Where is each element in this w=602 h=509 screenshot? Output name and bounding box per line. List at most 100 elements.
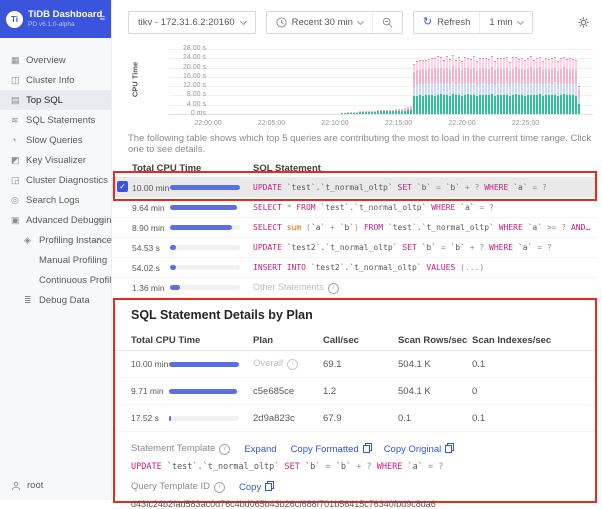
top-sql-table-header: Total CPU Time SQL Statement — [112, 160, 598, 178]
query-template-id-value: d43fc24b2fad583ac0d76c4bd065b43b26cf688f… — [131, 499, 595, 509]
chevron-down-icon — [240, 17, 247, 24]
instance-selector[interactable]: tikv - 172.31.6.2:20160 — [128, 11, 256, 34]
sql-token: = — [326, 462, 336, 472]
sidebar-item-slow-queries[interactable]: ◔Slow Queries — [0, 130, 111, 150]
sql-token: = — [537, 243, 547, 252]
sidebar-collapse-icon[interactable]: ≡ — [100, 13, 105, 23]
sidebar-item-cluster-info[interactable]: ◫Cluster Info — [0, 70, 111, 90]
zoom-out-time-button[interactable] — [372, 12, 402, 33]
copy-icon — [363, 445, 370, 453]
y-axis-tick-label: 0 ms — [166, 110, 206, 117]
sidebar-item-label: Profiling Instances — [39, 235, 117, 246]
sql-statement-cell: SELECT * FROM `test`.`t_normal_oltp` WHE… — [253, 203, 598, 212]
plan-row[interactable]: 10.00 minOverall69.1504.1 K0.1 — [115, 351, 595, 378]
sql-token: * — [287, 203, 297, 212]
sidebar-item-label: Top SQL — [26, 95, 63, 106]
sql-token: `a` — [518, 243, 537, 252]
gridline — [169, 114, 593, 115]
call-sec-cell: 67.9 — [323, 413, 398, 424]
plan-value: Overall — [253, 358, 283, 369]
copy-digest-link[interactable]: Copy — [239, 482, 272, 493]
sql-token: `b` — [450, 243, 469, 252]
cpu-bar-fill — [170, 185, 240, 190]
top-sql-row[interactable]: 54.02 sINSERT INTO `test2`.`t_normal_olt… — [112, 258, 598, 278]
sql-token: `test2`.`t_normal_oltp` — [311, 263, 427, 272]
sidebar-item-advanced-debugging[interactable]: ▣Advanced Debugging — [0, 210, 111, 230]
top-sql-row[interactable]: 9.64 minSELECT * FROM `test`.`t_normal_o… — [112, 198, 598, 218]
info-icon[interactable] — [287, 359, 298, 370]
sidebar-item-debug-data[interactable]: ≣Debug Data — [0, 290, 111, 310]
sidebar-item-key-visualizer[interactable]: ◩Key Visualizer — [0, 150, 111, 170]
cpu-bar-fill — [170, 245, 176, 250]
total-cpu-time-cell: 17.52 s — [131, 413, 253, 423]
plan-cell: 2d9a823c — [253, 413, 323, 424]
sql-token: WHERE — [484, 183, 513, 192]
cpu-time-value: 10.00 min — [132, 183, 170, 193]
sql-token: UPDATE — [253, 243, 287, 252]
refresh-interval-selector[interactable]: 1 min — [479, 12, 531, 33]
sql-token: UPDATE — [253, 183, 287, 192]
info-icon[interactable] — [219, 444, 230, 455]
sidebar-item-overview[interactable]: ▦Overview — [0, 50, 111, 70]
plan-row[interactable]: 17.52 s2d9a823c67.90.10.1 — [115, 405, 595, 432]
sidebar-item-label: Manual Profiling — [39, 255, 107, 266]
user-menu[interactable]: root — [11, 480, 43, 491]
sidebar-item-search-logs[interactable]: ◎Search Logs — [0, 190, 111, 210]
sidebar-header: Ti TiDB Dashboard PD v6.1.0-alpha ≡ — [0, 0, 111, 38]
chart-y-axis-label: CPU Time — [131, 52, 140, 108]
sql-token: ? — [547, 243, 552, 252]
sql-token: = — [479, 203, 489, 212]
time-range-selector[interactable]: Recent 30 min — [267, 12, 372, 33]
sidebar-item-top-sql[interactable]: ▤Top SQL — [0, 90, 111, 110]
top-sql-icon: ▤ — [11, 95, 26, 106]
statement-template-sql: UPDATE `test`.`t_normal_oltp` SET `b` = … — [131, 462, 595, 472]
refresh-button[interactable]: ↻ Refresh — [414, 12, 479, 33]
copy-original-link[interactable]: Copy Original — [384, 444, 453, 455]
sql-token: `b` — [417, 183, 436, 192]
sql-token: FROM — [364, 223, 388, 232]
cpu-bar-fill — [170, 225, 232, 230]
column-header-call-sec: Call/sec — [323, 335, 398, 346]
sidebar-item-manual-profiling[interactable]: Manual Profiling — [0, 250, 111, 270]
top-sql-row[interactable]: 1.36 minOther Statements — [112, 278, 598, 298]
copy-formatted-link[interactable]: Copy Formatted — [291, 444, 370, 455]
plan-table: Total CPU Time Plan Call/sec Scan Rows/s… — [115, 330, 595, 432]
top-sql-row[interactable]: 8.90 minSELECT sum (`a` + `b`) FROM `tes… — [112, 218, 598, 238]
total-cpu-time-cell: 54.02 s — [132, 263, 253, 273]
sidebar-item-cluster-diagnostics[interactable]: ◲Cluster Diagnostics — [0, 170, 111, 190]
statement-template-toolbar: Statement Template Expand Copy Formatted… — [131, 443, 595, 455]
sidebar-item-sql-statements[interactable]: ≋SQL Statements — [0, 110, 111, 130]
sql-token: + — [330, 223, 340, 232]
checkbox-checked[interactable]: ✓ — [117, 181, 128, 192]
cpu-bar-track — [170, 245, 240, 250]
cpu-bar-track — [170, 185, 240, 190]
plan-row[interactable]: 9.71 minc5e685ce1.2504.1 K0 — [115, 378, 595, 405]
scan-indexes-sec-cell: 0 — [472, 386, 595, 397]
sidebar-item-continuous-profiling[interactable]: Continuous Profiling — [0, 270, 111, 290]
sql-token: = — [428, 462, 438, 472]
cpu-time-chart[interactable]: CPU Time 28.00 s24.00 s20.00 s16.00 s12.… — [128, 45, 598, 141]
expand-link[interactable]: Expand — [244, 444, 276, 455]
sql-statement-cell: Other Statements — [253, 282, 598, 294]
sql-token: ? — [542, 183, 547, 192]
y-axis-tick-label: 20.00 s — [166, 64, 206, 71]
top-sql-row[interactable]: 54.53 sUPDATE `test2`.`t_normal_oltp` SE… — [112, 238, 598, 258]
zoom-out-icon — [382, 17, 393, 28]
settings-gear-icon — [577, 16, 590, 29]
x-axis-tick-label: 22:00:00 — [186, 120, 230, 127]
statement-template-label: Statement Template — [131, 443, 230, 455]
user-icon — [11, 481, 21, 491]
sql-token: SET — [285, 462, 305, 472]
top-sql-row[interactable]: ✓10.00 minUPDATE `test`.`t_normal_oltp` … — [112, 178, 598, 198]
sql-token: `b` — [340, 223, 354, 232]
cpu-bar-track — [170, 265, 240, 270]
plan-cell: Overall — [253, 358, 323, 370]
info-icon[interactable] — [328, 283, 339, 294]
settings-button[interactable] — [575, 14, 592, 31]
sql-token: `a` — [528, 223, 547, 232]
sidebar-item-profiling-instances[interactable]: ◈Profiling Instances — [0, 230, 111, 250]
cpu-time-value: 10.00 min — [131, 359, 169, 369]
sql-token: + — [356, 462, 366, 472]
info-icon[interactable] — [214, 482, 225, 493]
sidebar-item-label: Cluster Info — [26, 75, 75, 86]
